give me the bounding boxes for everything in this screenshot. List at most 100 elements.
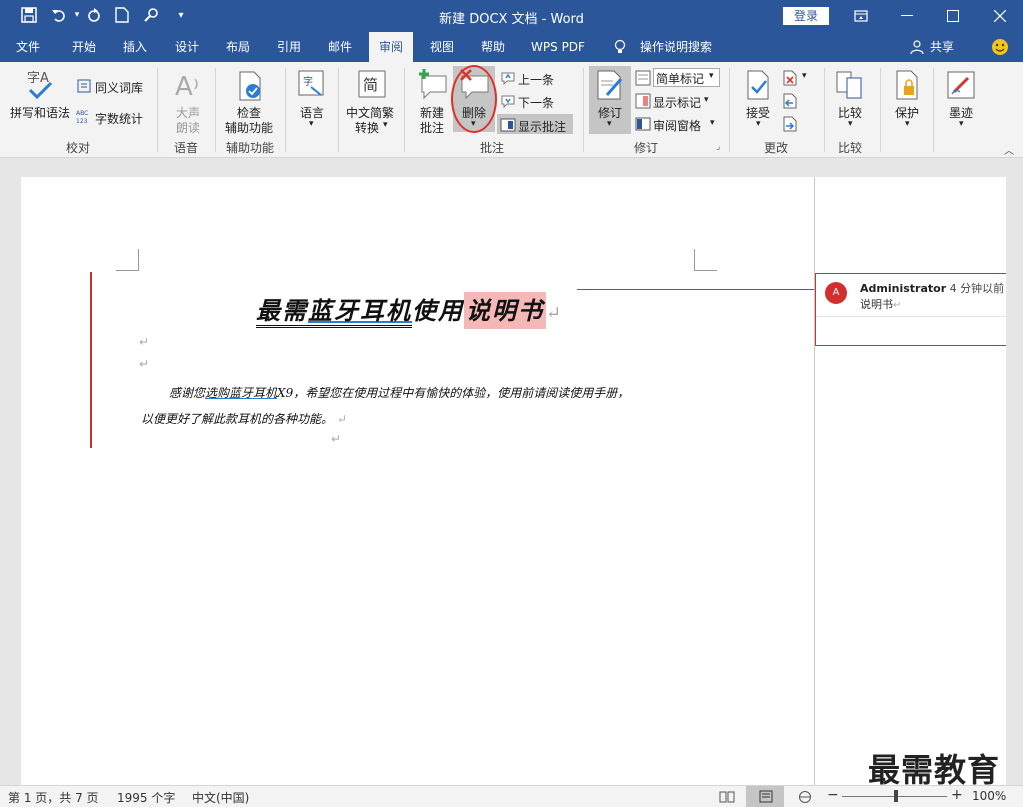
simple-markup-icon (635, 70, 651, 86)
zoom-in-button[interactable]: + (951, 787, 963, 803)
comment-connector-line (577, 289, 814, 290)
markup-select-chevron-icon: ▾ (709, 71, 714, 81)
check-accessibility-line2[interactable]: 辅助功能 (225, 119, 273, 136)
ink-icon (945, 69, 977, 101)
body-underlined-text: 选购蓝牙耳机 (205, 386, 278, 400)
crop-mark-top-left (116, 249, 139, 271)
language-icon: 字 (296, 68, 328, 100)
paragraph-mark: ↵ (546, 303, 564, 324)
comment-time: 4 分钟以前 (949, 282, 1005, 295)
thesaurus-button[interactable]: 同义词库 (95, 79, 143, 96)
title-bar: ▾ ▾ 新建 DOCX 文档 - Word 登录 (0, 0, 1023, 32)
protect-dropdown-icon[interactable]: ▾ (905, 119, 910, 129)
tell-me-search[interactable]: 操作说明搜索 (636, 32, 716, 62)
next-change-icon[interactable] (782, 116, 798, 132)
ribbon-display-options-icon[interactable] (838, 0, 884, 32)
web-layout-icon[interactable] (797, 790, 813, 806)
read-aloud-line2[interactable]: 朗读 (176, 119, 200, 136)
document-page[interactable]: 最需蓝牙耳机使用说明书 ↵ ↵ ↵ 感谢您选购蓝牙耳机X9，希望您在使用过程中有愉… (21, 177, 814, 785)
language-status[interactable]: 中文(中国) (192, 789, 249, 806)
body-paragraph-line1[interactable]: 感谢您选购蓝牙耳机X9，希望您在使用过程中有愉快的体验，使用前请阅读使用手册， (169, 384, 629, 401)
proofing-group-label: 校对 (65, 141, 90, 155)
zoom-level[interactable]: 100% (972, 789, 1006, 803)
group-separator (729, 68, 730, 152)
tab-help[interactable]: 帮助 (471, 32, 515, 62)
show-markup-button[interactable]: 显示标记 (653, 94, 701, 111)
zoom-out-button[interactable]: − (827, 787, 839, 803)
commented-text-highlight[interactable]: 说明书 (464, 292, 546, 329)
tab-review[interactable]: 审阅 (369, 32, 413, 62)
comment-text[interactable]: 说明书↵ (860, 296, 901, 312)
group-separator (880, 68, 881, 152)
word-count-button[interactable]: 字数统计 (95, 110, 143, 127)
body-paragraph-line2[interactable]: 以便更好了解此款耳机的各种功能。 ↵ (141, 410, 347, 427)
tab-design[interactable]: 设计 (165, 32, 209, 62)
comment-author: Administrator (860, 282, 947, 295)
accept-change-icon (742, 69, 774, 101)
reject-dropdown-icon[interactable]: ▾ (802, 71, 807, 81)
previous-comment-button[interactable]: 上一条 (518, 71, 554, 88)
change-bar (90, 272, 92, 448)
speech-group-label: 语音 (173, 141, 198, 155)
collapse-ribbon-icon[interactable]: ︿ (1004, 142, 1014, 157)
review-pane-dropdown-icon[interactable]: ▾ (710, 118, 715, 128)
compare-dropdown-icon[interactable]: ▾ (848, 119, 853, 129)
comment-balloon[interactable]: A Administrator 4 分钟以前 说明书↵ (815, 273, 1008, 346)
markup-pane: A Administrator 4 分钟以前 说明书↵ (814, 177, 1008, 785)
track-changes-icon (593, 69, 627, 101)
status-bar: 第 1 页，共 7 页 1995 个字 中文(中国) − + 100% (0, 785, 1023, 807)
smiley-feedback-icon[interactable] (990, 32, 1010, 62)
chinese-convert-line2[interactable]: 转换 (355, 119, 379, 136)
lightbulb-icon (611, 32, 629, 62)
paragraph-mark: ↵ (893, 300, 902, 311)
vertical-scrollbar[interactable] (1006, 177, 1023, 785)
svg-text:A: A (175, 72, 193, 99)
share-button[interactable]: 共享 (927, 32, 957, 62)
new-comment-line2[interactable]: 批注 (420, 119, 444, 136)
accessibility-group-label: 辅助功能 (225, 141, 274, 155)
tracking-dialog-launcher-icon[interactable]: ⌟ (716, 142, 720, 152)
tab-layout[interactable]: 布局 (216, 32, 260, 62)
tab-insert[interactable]: 插入 (113, 32, 157, 62)
chinese-convert-dropdown-icon[interactable]: ▾ (383, 120, 388, 130)
tab-file[interactable]: 文件 (6, 32, 50, 62)
tab-mailings[interactable]: 邮件 (318, 32, 362, 62)
track-changes-dropdown-icon[interactable]: ▾ (607, 119, 612, 129)
reject-change-icon[interactable] (782, 70, 798, 86)
crop-mark-top-right (694, 249, 717, 271)
read-mode-icon[interactable] (719, 790, 735, 806)
body-line2-text: 以便更好了解此款耳机的各种功能。 (141, 412, 334, 426)
tab-wps-pdf[interactable]: WPS PDF (524, 32, 592, 62)
tab-references[interactable]: 引用 (267, 32, 311, 62)
login-button[interactable]: 登录 (783, 7, 829, 25)
word-count[interactable]: 1995 个字 (117, 789, 175, 806)
minimize-icon[interactable] (884, 0, 930, 32)
document-heading[interactable]: 最需蓝牙耳机使用说明书 ↵ (256, 291, 564, 329)
word-count-icon: ABC 123 (76, 108, 92, 125)
changes-group-label: 更改 (763, 141, 788, 155)
accept-dropdown-icon[interactable]: ▾ (756, 119, 761, 129)
tab-view[interactable]: 视图 (420, 32, 464, 62)
comment-header: Administrator 4 分钟以前 (860, 280, 1004, 296)
group-separator (157, 68, 158, 152)
maximize-icon[interactable] (930, 0, 976, 32)
zoom-slider-thumb[interactable] (894, 790, 898, 802)
body-prefix: 感谢您 (169, 386, 206, 400)
show-comments-label: 显示批注 (518, 120, 567, 134)
spelling-grammar-button[interactable]: 拼写和语法 (10, 104, 70, 121)
review-pane-button[interactable]: 审阅窗格 (653, 117, 701, 134)
page-count[interactable]: 第 1 页，共 7 页 (8, 789, 99, 806)
compare-icon (834, 69, 866, 101)
svg-text:123: 123 (76, 118, 88, 124)
empty-paragraph-mark: ↵ (139, 357, 150, 371)
next-comment-button[interactable]: 下一条 (518, 94, 554, 111)
previous-change-icon[interactable] (782, 93, 798, 109)
tab-home[interactable]: 开始 (62, 32, 106, 62)
chinese-convert-icon: 简 (356, 68, 388, 100)
close-icon[interactable] (977, 0, 1023, 32)
show-markup-dropdown-icon[interactable]: ▾ (704, 95, 709, 105)
new-comment-icon (416, 68, 450, 102)
paragraph-mark: ↵ (333, 412, 347, 426)
ink-dropdown-icon[interactable]: ▾ (959, 119, 964, 129)
language-dropdown-icon[interactable]: ▾ (309, 119, 314, 129)
